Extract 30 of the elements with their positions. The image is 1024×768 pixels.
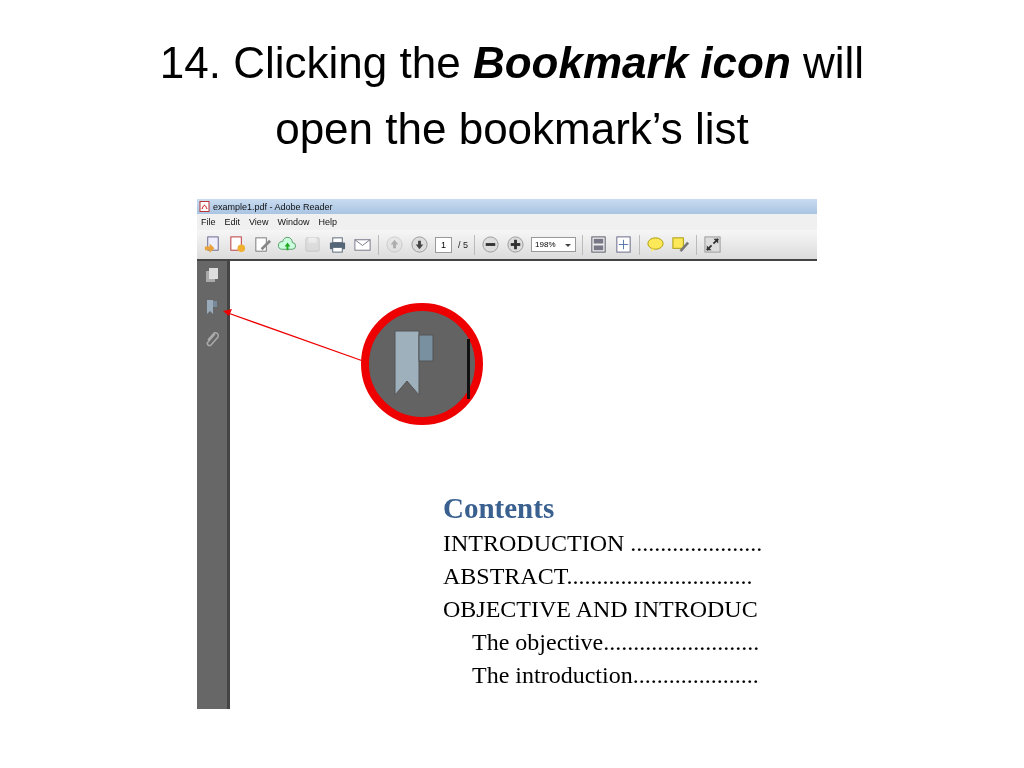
pdf-file-icon xyxy=(199,201,210,212)
page-count: / 5 xyxy=(458,239,469,250)
fit-page-icon[interactable] xyxy=(613,235,633,254)
menu-item[interactable]: File xyxy=(201,217,216,227)
comment-icon[interactable] xyxy=(645,235,665,254)
edit-document-icon[interactable] xyxy=(253,235,272,254)
zoom-out-icon[interactable] xyxy=(481,235,501,254)
full-screen-icon[interactable] xyxy=(702,235,722,254)
toc-entry[interactable]: ABSTRACT............................... xyxy=(443,560,753,593)
toc-entry[interactable]: The introduction..................... xyxy=(443,659,759,692)
contents-heading: Contents xyxy=(443,491,556,526)
slide-title: 14. Clicking the Bookmark icon will open the bookmark’s list xyxy=(158,37,866,155)
print-icon[interactable] xyxy=(328,235,347,254)
toc-entry[interactable]: INTRODUCTION ...................... xyxy=(443,527,763,560)
page-number-field[interactable]: 1 xyxy=(435,236,452,253)
single-page-view-icon[interactable] xyxy=(588,235,608,254)
bookmark-icon[interactable] xyxy=(204,299,220,315)
menu-item[interactable]: View xyxy=(249,217,269,227)
paperclip-icon[interactable] xyxy=(204,331,220,347)
menu-item[interactable]: Edit xyxy=(224,217,241,227)
toc-entry[interactable]: The objective.......................... xyxy=(443,626,760,659)
highlight-text-icon[interactable] xyxy=(670,235,690,254)
zoom-dropdown[interactable]: 198% xyxy=(531,237,576,252)
menu-item[interactable]: Help xyxy=(318,217,337,227)
next-page-icon[interactable] xyxy=(410,235,429,254)
zoom-in-icon[interactable] xyxy=(506,235,526,254)
pages-icon[interactable] xyxy=(204,267,220,283)
menu-item[interactable]: Window xyxy=(277,217,310,227)
toc-entry[interactable]: OBJECTIVE AND INTRODUC xyxy=(443,593,758,626)
window-title: example1.pdf - Adobe Reader xyxy=(213,201,333,212)
